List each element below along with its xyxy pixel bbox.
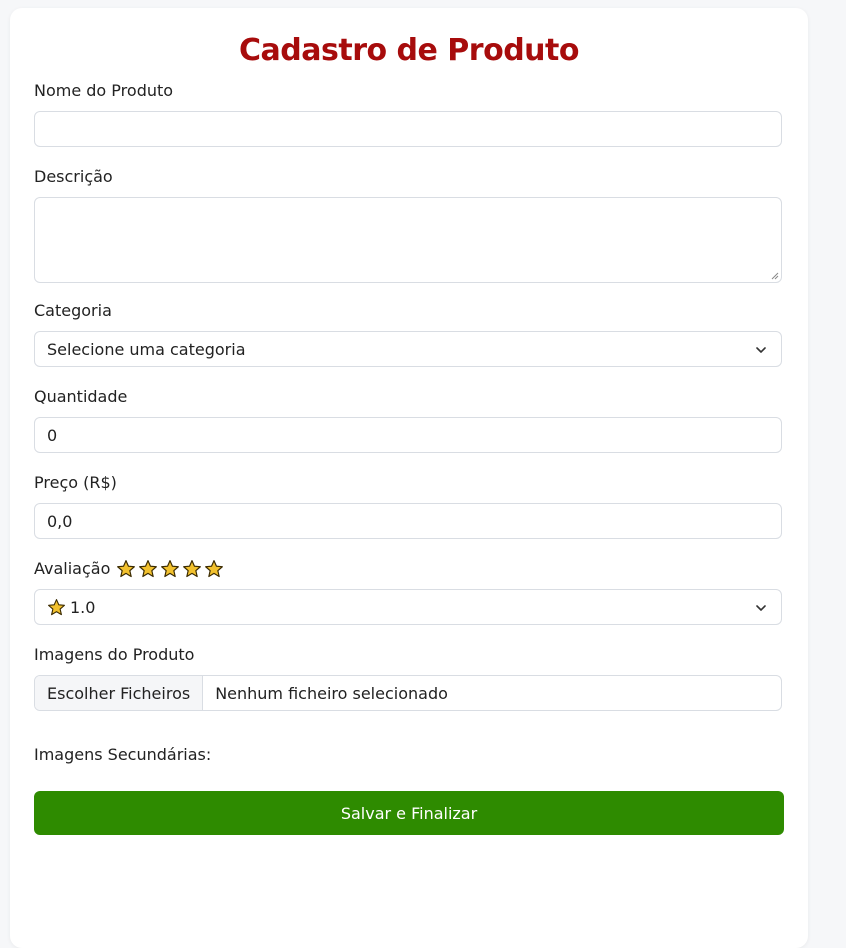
star-icon	[183, 560, 202, 578]
images-label: Imagens do Produto	[34, 645, 195, 664]
choose-files-button[interactable]: Escolher Ficheiros	[35, 676, 204, 710]
category-selected-value: Selecione uma categoria	[47, 339, 246, 359]
quantity-label: Quantidade	[34, 387, 128, 406]
page-title: Cadastro de Produto	[239, 33, 579, 68]
rating-stars	[116, 559, 224, 579]
chevron-down-icon	[756, 605, 766, 611]
chevron-down-icon	[756, 347, 766, 353]
star-icon	[161, 560, 180, 578]
category-label: Categoria	[34, 301, 112, 320]
quantity-value: 0	[47, 425, 58, 445]
rating-label: Avaliação	[34, 559, 111, 578]
rating-selected-value: 1.0	[70, 597, 96, 617]
star-icon	[205, 560, 224, 578]
rating-selected: 1.0	[47, 598, 95, 617]
product-form-card: Cadastro de Produto Nome do Produto Desc…	[10, 8, 808, 948]
description-label: Descrição	[34, 167, 113, 186]
resize-handle-icon[interactable]	[771, 272, 779, 280]
save-and-finish-button[interactable]: Salvar e Finalizar	[34, 791, 784, 835]
rating-label-row: Avaliação	[34, 559, 224, 579]
price-input[interactable]: 0,0	[34, 503, 782, 539]
description-textarea[interactable]	[34, 197, 782, 283]
price-value: 0,0	[47, 511, 73, 531]
star-icon	[117, 560, 136, 578]
rating-select[interactable]: 1.0	[34, 589, 782, 625]
quantity-input[interactable]: 0	[34, 417, 782, 453]
file-status-text: Nenhum ficheiro selecionado	[215, 683, 448, 703]
secondary-images-label: Imagens Secundárias:	[34, 745, 212, 764]
star-icon	[139, 560, 158, 578]
star-icon	[48, 598, 65, 615]
images-file-input[interactable]: Escolher Ficheiros Nenhum ficheiro selec…	[34, 675, 782, 711]
category-select[interactable]: Selecione uma categoria	[34, 331, 782, 367]
product-name-label: Nome do Produto	[34, 81, 174, 100]
price-label: Preço (R$)	[34, 473, 117, 492]
product-name-input[interactable]	[34, 111, 782, 147]
